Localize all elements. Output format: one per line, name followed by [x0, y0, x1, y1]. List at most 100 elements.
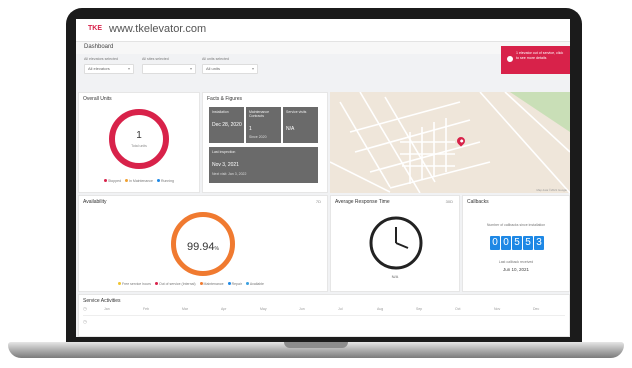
legend-swatch: [118, 282, 121, 285]
callbacks-caption: Number of callbacks since installation: [486, 223, 546, 227]
card-title: Facts & Figures: [207, 96, 243, 102]
month-header: Mar: [182, 307, 189, 311]
legend-swatch: [245, 282, 249, 285]
installation-tile: Installation Dec 28, 2020: [209, 107, 244, 143]
month-header: Jul: [338, 307, 343, 311]
calendar-icon[interactable]: ◷: [83, 319, 87, 325]
legend-label: Out of service (Internal): [158, 282, 196, 286]
service-activities-card: Service Activities ◷ Jan Feb Mar Apr May…: [78, 294, 570, 337]
legend-swatch: [199, 282, 203, 285]
legend-label: Repair: [231, 282, 242, 286]
tile-value: N/A: [286, 126, 295, 132]
alert-icon: [507, 56, 513, 62]
month-header: Jun: [299, 307, 305, 311]
filter-label: All sites selected: [142, 57, 169, 61]
month-header: Sep: [416, 307, 423, 311]
month-header: Jan: [104, 307, 110, 311]
location-map[interactable]: Map data ©2021 Google: [330, 92, 570, 193]
legend-label: Free service hours: [122, 282, 151, 286]
availability-readout: 99.94%: [176, 237, 230, 255]
response-time-card: Average Response Time 30D N/A: [330, 195, 460, 292]
filter-label: All elevators selected: [84, 57, 118, 61]
tile-label: Service visits: [286, 110, 307, 114]
counter-digit: 0: [490, 236, 500, 250]
clock-icon: [369, 216, 423, 270]
counter-digit: 5: [523, 236, 533, 250]
response-caption: N/A: [391, 274, 399, 279]
site-url[interactable]: www.tkelevator.com: [109, 23, 206, 35]
tile-label: Last inspection: [212, 150, 236, 154]
units-donut: 1 Total units: [109, 109, 169, 169]
month-header: Aug: [377, 307, 384, 311]
units-count: 1: [136, 130, 142, 141]
filter-label: All units selected: [202, 57, 229, 61]
laptop-notch: [284, 342, 348, 348]
availability-donut: 99.94%: [171, 212, 235, 276]
legend-label: Running: [160, 179, 174, 183]
out-of-service-alert[interactable]: 1 elevator out of service, click to see …: [501, 46, 570, 74]
month-header: Nov: [494, 307, 501, 311]
map-streets: [330, 92, 570, 193]
facts-figures-card: Facts & Figures Installation Dec 28, 202…: [202, 92, 328, 193]
availability-value: 99.94: [187, 241, 215, 253]
legend-label: Available: [249, 282, 264, 286]
card-title: Average Response Time: [335, 199, 390, 205]
site-select[interactable]: ▾: [142, 64, 196, 74]
counter-digit: 5: [512, 236, 522, 250]
tile-value: Dec 28, 2020: [212, 122, 242, 128]
page-title: Dashboard: [84, 44, 114, 50]
legend-swatch: [125, 179, 129, 182]
tile-label: Maintenance Contracts: [249, 110, 270, 119]
month-header: Oct: [455, 307, 461, 311]
legend-swatch: [154, 282, 158, 285]
availability-unit: %: [214, 246, 219, 252]
contracts-tile: Maintenance Contracts 1 Since 2020: [246, 107, 281, 143]
availability-legend: Free service hours Out of service (Inter…: [115, 282, 264, 286]
counter-digit: 3: [534, 236, 544, 250]
legend-swatch: [227, 282, 231, 285]
month-header: Dec: [533, 307, 540, 311]
tile-value: 1: [249, 126, 252, 132]
legend-swatch: [156, 179, 160, 182]
availability-card: Availability 7D 99.94% Free service hour…: [78, 195, 328, 292]
month-header: Feb: [143, 307, 150, 311]
unit-select[interactable]: All units ▾: [202, 64, 258, 74]
legend-label: Stopped: [108, 179, 122, 183]
legend-label: In Maintenance: [129, 179, 153, 183]
select-value: All elevators: [88, 66, 110, 71]
card-title: Callbacks: [467, 199, 489, 205]
card-title: Availability: [83, 199, 107, 205]
callbacks-card: Callbacks Number of callbacks since inst…: [462, 195, 570, 292]
map-credit: Map data ©2021 Google: [536, 188, 567, 192]
card-title: Service Activities: [83, 298, 121, 304]
alert-text: 1 elevator out of service, click to see …: [516, 51, 564, 60]
service-visits-tile: Service visits N/A: [283, 107, 318, 143]
divider: [83, 315, 565, 316]
tile-value: Nov 3, 2021: [212, 162, 239, 168]
overall-units-card: Overall Units 1 Total units Stopped In M…: [78, 92, 200, 193]
select-value: All units: [206, 66, 221, 71]
last-inspection-tile: Last inspection Nov 3, 2021 Next visit: …: [209, 147, 318, 183]
response-range-select[interactable]: 30D: [446, 199, 453, 204]
month-header: Apr: [221, 307, 227, 311]
browser-bar: TKE www.tkelevator.com: [76, 19, 570, 42]
units-legend: Stopped In Maintenance Running: [101, 179, 174, 183]
tile-subtext: Since 2020: [249, 135, 267, 139]
calendar-icon[interactable]: ◷: [83, 306, 87, 312]
tile-label: Installation: [212, 110, 229, 114]
callbacks-counter: 00553: [490, 232, 545, 250]
park-area: [510, 92, 570, 132]
counter-digit: 0: [501, 236, 511, 250]
brand-logo[interactable]: TKE: [88, 25, 102, 32]
chevron-down-icon: ▾: [251, 66, 254, 71]
elevator-select[interactable]: All elevators ▾: [84, 64, 134, 74]
legend-label: Maintenance: [203, 282, 224, 286]
units-caption: Total units: [131, 144, 147, 148]
chevron-down-icon: ▾: [127, 66, 130, 71]
last-callback-label: Last callback received: [498, 260, 534, 264]
card-title: Overall Units: [83, 96, 112, 102]
availability-range-select[interactable]: 7D: [316, 199, 321, 204]
month-header: May: [260, 307, 267, 311]
dashboard-screen: TKE www.tkelevator.com Dashboard All ele…: [76, 19, 570, 337]
legend-swatch: [104, 179, 107, 182]
